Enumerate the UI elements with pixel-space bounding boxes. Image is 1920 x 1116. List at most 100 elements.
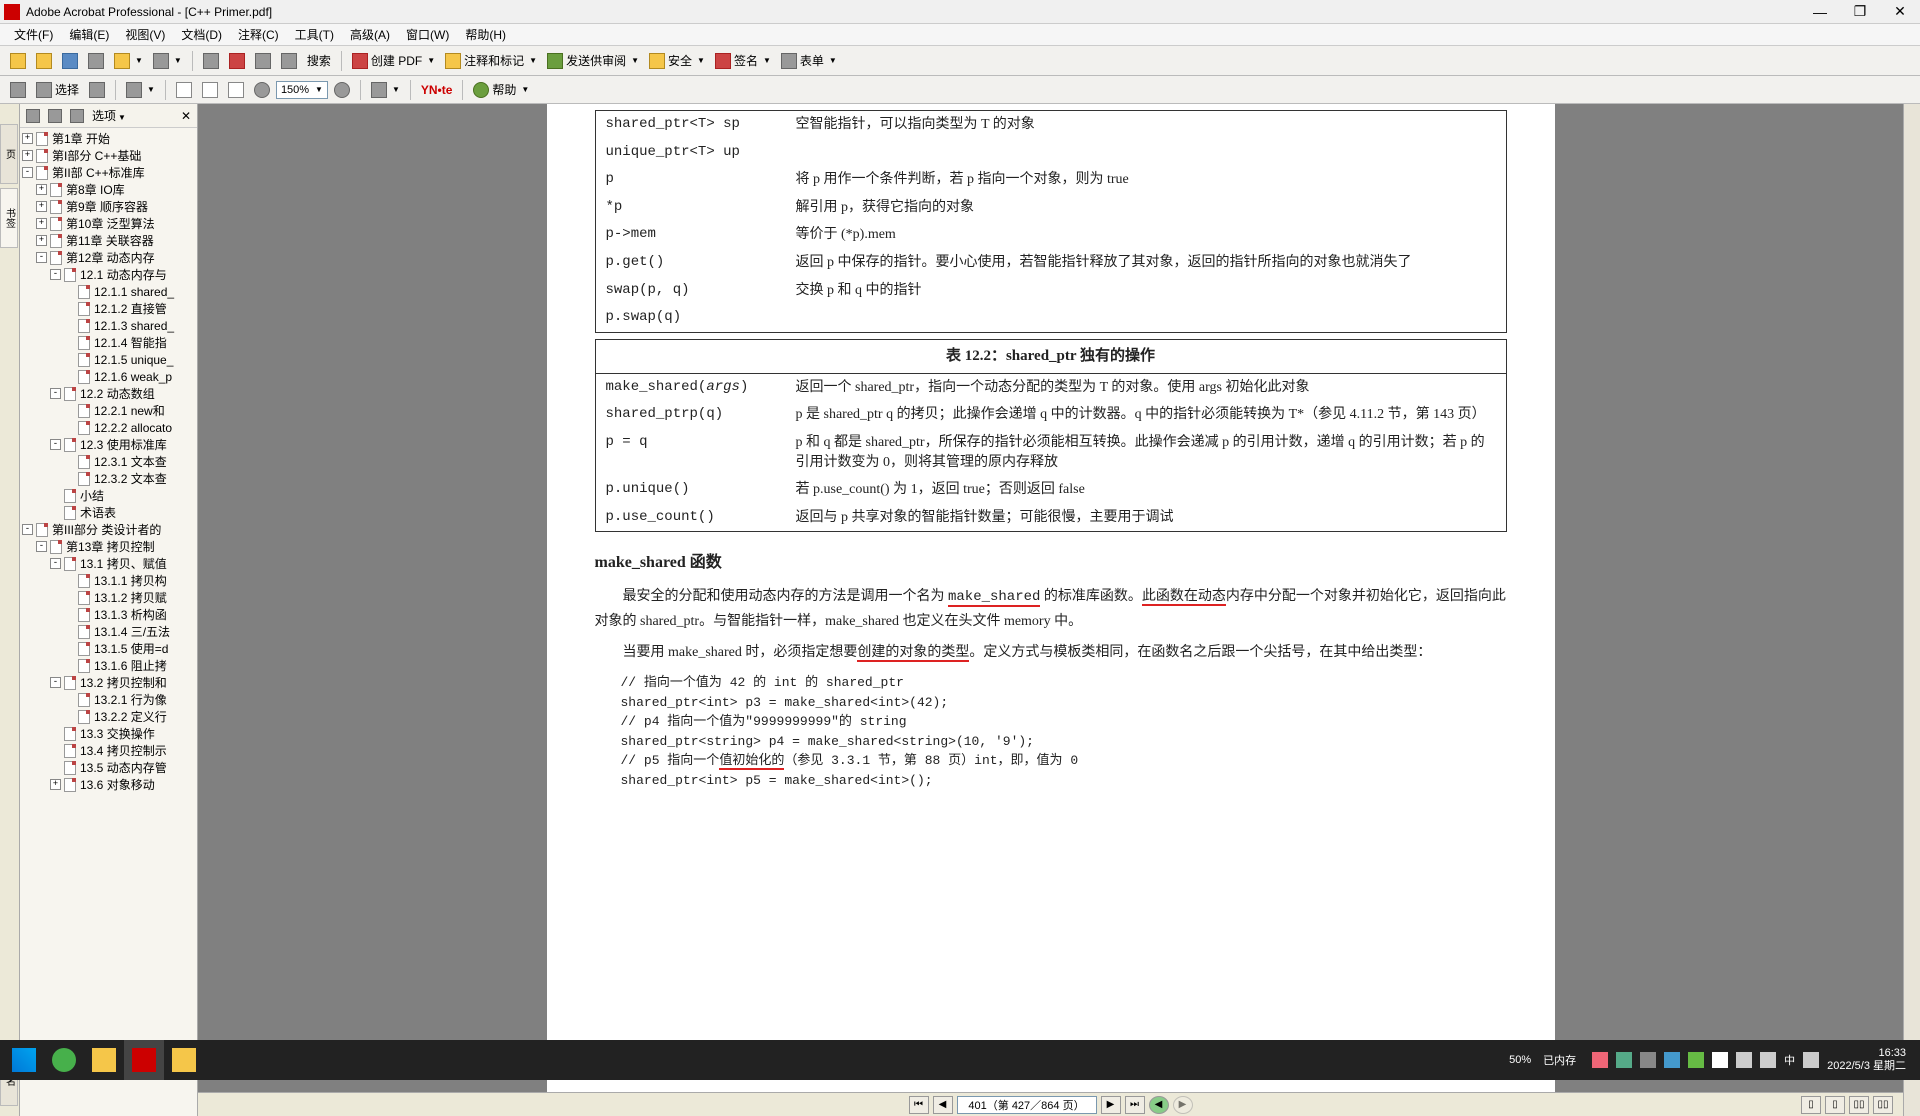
- taskbar-notes[interactable]: [164, 1040, 204, 1080]
- open-button[interactable]: [32, 51, 56, 71]
- email-button[interactable]: [199, 51, 223, 71]
- bookmark-item[interactable]: 13.1.5 使用=d: [22, 640, 195, 657]
- tab-bookmarks[interactable]: 书签: [0, 188, 18, 248]
- bookmark-item[interactable]: -13.2 拷贝控制和: [22, 674, 195, 691]
- back-button[interactable]: ◀: [1149, 1096, 1169, 1114]
- minimize-button[interactable]: —: [1804, 2, 1836, 22]
- stamp-button[interactable]: [225, 51, 249, 71]
- bookmark-item[interactable]: 13.5 动态内存管: [22, 759, 195, 776]
- menu-tools[interactable]: 工具(T): [287, 24, 342, 45]
- bookmark-item[interactable]: 12.1.2 直接管: [22, 300, 195, 317]
- bookmark-item[interactable]: -第13章 拷贝控制: [22, 538, 195, 555]
- tray-icon-1[interactable]: [1592, 1052, 1608, 1068]
- security-button[interactable]: 安全▼: [645, 50, 709, 71]
- bookmark-item[interactable]: 12.3.1 文本查: [22, 453, 195, 470]
- tray-network-icon[interactable]: [1736, 1052, 1752, 1068]
- maximize-button[interactable]: ❐: [1844, 2, 1876, 22]
- comment-mark-button[interactable]: 注释和标记▼: [441, 50, 541, 71]
- bookmark-toggle[interactable]: +: [36, 201, 47, 212]
- page-number-input[interactable]: [957, 1096, 1097, 1114]
- close-button[interactable]: ✕: [1884, 2, 1916, 22]
- bookmark-toggle[interactable]: -: [22, 524, 33, 535]
- bookmark-item[interactable]: 术语表: [22, 504, 195, 521]
- menu-file[interactable]: 文件(F): [6, 24, 61, 45]
- fit-visible-button[interactable]: [224, 80, 248, 100]
- print-button[interactable]: [84, 51, 108, 71]
- create-pdf-button[interactable]: 创建 PDF▼: [348, 50, 439, 71]
- bookmark-item[interactable]: 13.4 拷贝控制示: [22, 742, 195, 759]
- bookmark-toggle[interactable]: -: [50, 677, 61, 688]
- bookmark-item[interactable]: 12.1.3 shared_: [22, 317, 195, 334]
- bookmark-item[interactable]: -12.3 使用标准库: [22, 436, 195, 453]
- bookmark-toggle[interactable]: -: [50, 439, 61, 450]
- toolbox-button[interactable]: [251, 51, 275, 71]
- bookmark-item[interactable]: -13.1 拷贝、赋值: [22, 555, 195, 572]
- taskbar-explorer[interactable]: [84, 1040, 124, 1080]
- bookmark-item[interactable]: +第I部分 C++基础: [22, 147, 195, 164]
- bookmark-item[interactable]: 13.2.1 行为像: [22, 691, 195, 708]
- zoom-input[interactable]: 150%▼: [276, 81, 328, 99]
- start-button[interactable]: [4, 1040, 44, 1080]
- sign-button[interactable]: 签名▼: [711, 50, 775, 71]
- menu-advanced[interactable]: 高级(A): [342, 24, 398, 45]
- tray-icon-6[interactable]: [1712, 1052, 1728, 1068]
- bookmark-item[interactable]: +第11章 关联容器: [22, 232, 195, 249]
- bookmark-item[interactable]: -12.2 动态数组: [22, 385, 195, 402]
- close-panel-button[interactable]: ✕: [181, 109, 191, 123]
- forms-button[interactable]: 表单▼: [777, 50, 841, 71]
- menu-edit[interactable]: 编辑(E): [61, 24, 117, 45]
- vertical-scrollbar[interactable]: [1903, 104, 1920, 1116]
- bookmark-item[interactable]: -第II部 C++标准库: [22, 164, 195, 181]
- bookmark-toggle[interactable]: -: [50, 388, 61, 399]
- send-review-button[interactable]: 发送供审阅▼: [543, 50, 643, 71]
- bookmarks-tree[interactable]: +第1章 开始+第I部分 C++基础-第II部 C++标准库+第8章 IO库+第…: [20, 128, 197, 1116]
- taskbar-clock[interactable]: 16:33 2022/5/3 星期二: [1827, 1047, 1906, 1073]
- bookmark-toggle[interactable]: -: [50, 558, 61, 569]
- tray-icon-4[interactable]: [1664, 1052, 1680, 1068]
- new-bookmark-icon[interactable]: [48, 109, 62, 123]
- bookmark-item[interactable]: 13.1.1 拷贝构: [22, 572, 195, 589]
- tray-notifications-icon[interactable]: [1803, 1052, 1819, 1068]
- bookmark-item[interactable]: 13.3 交换操作: [22, 725, 195, 742]
- menu-help[interactable]: 帮助(H): [457, 24, 514, 45]
- tray-icon-3[interactable]: [1640, 1052, 1656, 1068]
- save-button[interactable]: [58, 51, 82, 71]
- tray-icon-2[interactable]: [1616, 1052, 1632, 1068]
- document-view[interactable]: shared_ptr<T> sp空智能指针，可以指向类型为 T 的对象uniqu…: [198, 104, 1903, 1116]
- search-button[interactable]: 搜索: [303, 50, 335, 71]
- bookmark-toggle[interactable]: +: [22, 150, 33, 161]
- tray-icon-5[interactable]: [1688, 1052, 1704, 1068]
- new-button[interactable]: [6, 51, 30, 71]
- bookmark-toggle[interactable]: -: [22, 167, 33, 178]
- view-mode-single[interactable]: ▯: [1801, 1096, 1821, 1114]
- tab-pages[interactable]: 页: [0, 124, 18, 184]
- bookmark-toggle[interactable]: -: [36, 252, 47, 263]
- bookmark-toggle[interactable]: +: [36, 235, 47, 246]
- fit-page-button[interactable]: [172, 80, 196, 100]
- bookmark-toggle[interactable]: -: [50, 269, 61, 280]
- bookmark-item[interactable]: 12.1.6 weak_p: [22, 368, 195, 385]
- tray-ime[interactable]: 中: [1784, 1052, 1795, 1068]
- bookmark-item[interactable]: -第12章 动态内存: [22, 249, 195, 266]
- rotate-button[interactable]: ▼: [367, 80, 404, 100]
- select-tool-button[interactable]: 选择: [32, 79, 83, 100]
- bookmark-item[interactable]: 12.1.1 shared_: [22, 283, 195, 300]
- bookmark-item[interactable]: 13.1.2 拷贝赋: [22, 589, 195, 606]
- bookmark-toggle[interactable]: +: [22, 133, 33, 144]
- ynote-button[interactable]: YN•te: [417, 81, 457, 99]
- bookmark-item[interactable]: +第9章 顺序容器: [22, 198, 195, 215]
- bookmark-item[interactable]: +第8章 IO库: [22, 181, 195, 198]
- view-mode-facing[interactable]: ▯▯: [1849, 1096, 1869, 1114]
- last-page-button[interactable]: ⏭: [1125, 1096, 1145, 1114]
- first-page-button[interactable]: ⏮: [909, 1096, 929, 1114]
- hand-tool-button[interactable]: [6, 80, 30, 100]
- zoom-tool-button[interactable]: ▼: [122, 80, 159, 100]
- binoculars-button[interactable]: [277, 51, 301, 71]
- bookmark-item[interactable]: 小结: [22, 487, 195, 504]
- menu-view[interactable]: 视图(V): [117, 24, 173, 45]
- bookmark-item[interactable]: +第1章 开始: [22, 130, 195, 147]
- bookmark-item[interactable]: 13.1.3 析构函: [22, 606, 195, 623]
- taskbar-acrobat[interactable]: [124, 1040, 164, 1080]
- bookmark-item[interactable]: 12.1.4 智能指: [22, 334, 195, 351]
- bookmark-item[interactable]: -第III部分 类设计者的: [22, 521, 195, 538]
